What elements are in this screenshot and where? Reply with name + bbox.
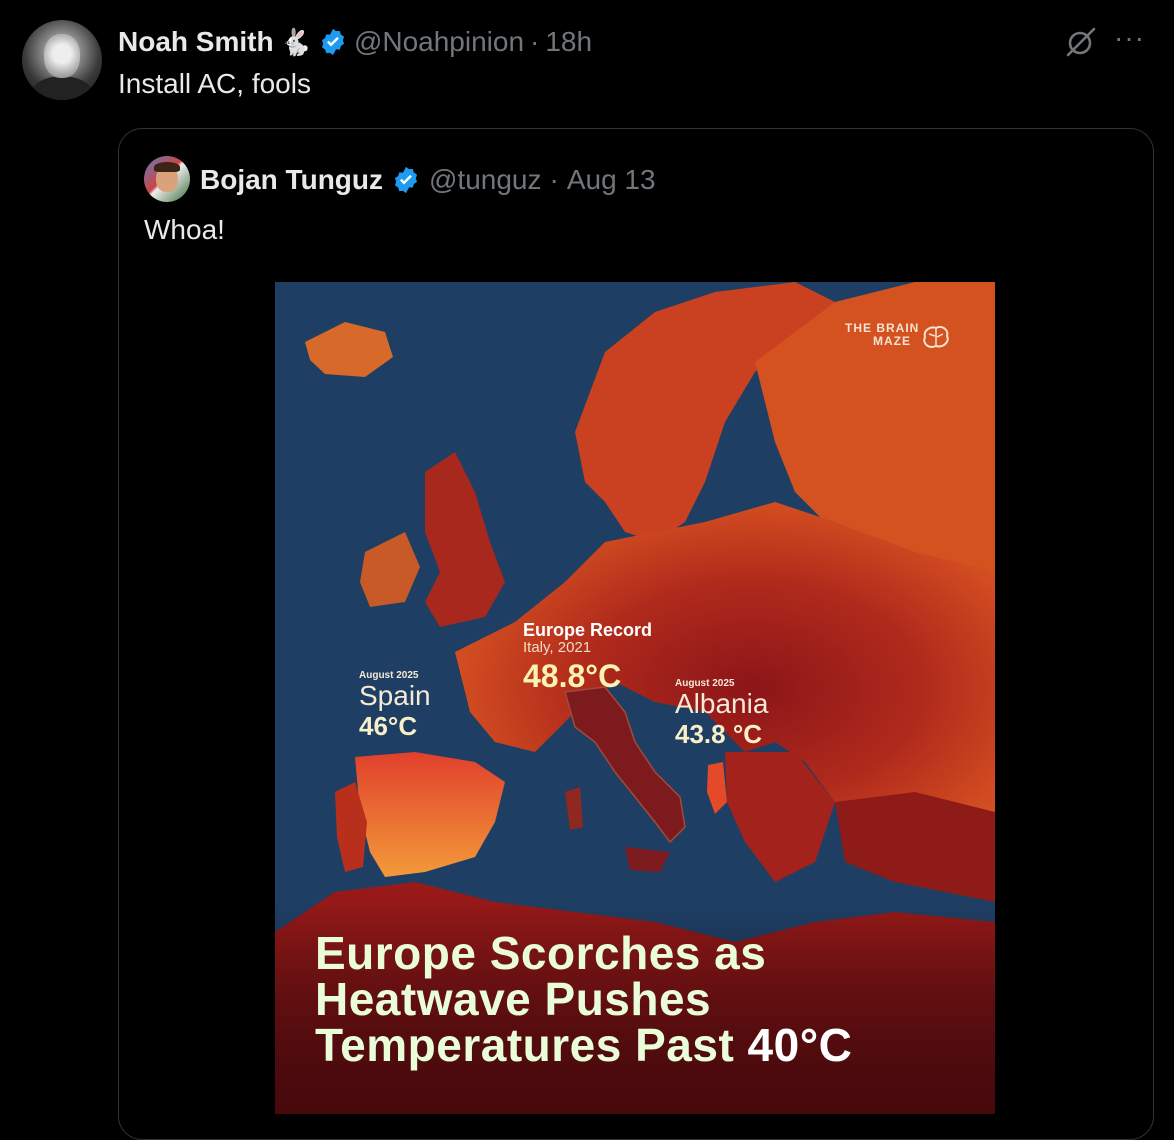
brain-icon bbox=[923, 326, 949, 348]
quoted-header: Bojan Tunguz @tunguz · Aug 13 bbox=[200, 160, 656, 200]
brand-logo: THE BRAIN MAZE bbox=[845, 322, 955, 356]
spain-temp: 46°C bbox=[359, 711, 418, 741]
author-name[interactable]: Noah Smith bbox=[118, 26, 274, 58]
avatar-face bbox=[44, 34, 80, 78]
grok-icon[interactable] bbox=[1064, 26, 1098, 58]
italy-subtitle: Italy, 2021 bbox=[523, 639, 592, 656]
italy-title: Europe Record bbox=[523, 620, 653, 640]
more-icon[interactable]: ··· bbox=[1114, 22, 1145, 54]
rabbit-emoji: 🐇 bbox=[279, 26, 312, 57]
quoted-avatar bbox=[144, 156, 190, 202]
headline-line-2: Heatwave Pushes bbox=[315, 973, 712, 1025]
albania-country: Albania bbox=[675, 688, 769, 719]
headline-line-3: Temperatures Past 40°C bbox=[315, 1022, 995, 1068]
verified-badge-icon bbox=[395, 166, 417, 194]
quoted-author-handle: @tunguz bbox=[429, 164, 542, 195]
separator-dot: · bbox=[549, 164, 559, 195]
verified-badge-icon bbox=[321, 28, 344, 56]
quoted-text: Whoa! bbox=[144, 214, 225, 245]
quoted-avatar-hair bbox=[154, 162, 180, 172]
separator-dot: · bbox=[530, 26, 540, 57]
tweet-time[interactable]: 18h bbox=[545, 26, 592, 58]
spain-country: Spain bbox=[359, 680, 431, 711]
spain-label: August 2025 Spain 46°C bbox=[359, 670, 431, 741]
author-handle[interactable]: @Noahpinion bbox=[354, 26, 524, 58]
tweet-header: Noah Smith 🐇 @Noahpinion · 18h bbox=[118, 22, 592, 62]
infographic-headline: Europe Scorches as Heatwave Pushes Tempe… bbox=[315, 930, 995, 1068]
avatar-suit bbox=[30, 76, 94, 100]
quoted-author-name: Bojan Tunguz bbox=[200, 164, 383, 195]
headline-line-1: Europe Scorches as bbox=[315, 927, 767, 979]
quoted-time: Aug 13 bbox=[566, 164, 656, 195]
italy-temp: 48.8°C bbox=[523, 658, 622, 694]
heatwave-map-image[interactable]: THE BRAIN MAZE August 2025 Spain 46°C Eu… bbox=[275, 282, 995, 1114]
albania-label: August 2025 Albania 43.8 °C bbox=[675, 678, 768, 749]
headline-line-3b: 40°C bbox=[747, 1019, 853, 1071]
avatar[interactable] bbox=[22, 20, 102, 100]
italy-label: Europe Record Italy, 2021 48.8°C bbox=[523, 620, 652, 696]
tweet-text: Install AC, fools bbox=[118, 68, 311, 99]
albania-temp: 43.8 °C bbox=[675, 719, 763, 749]
headline-line-3a: Temperatures Past bbox=[315, 1019, 748, 1071]
